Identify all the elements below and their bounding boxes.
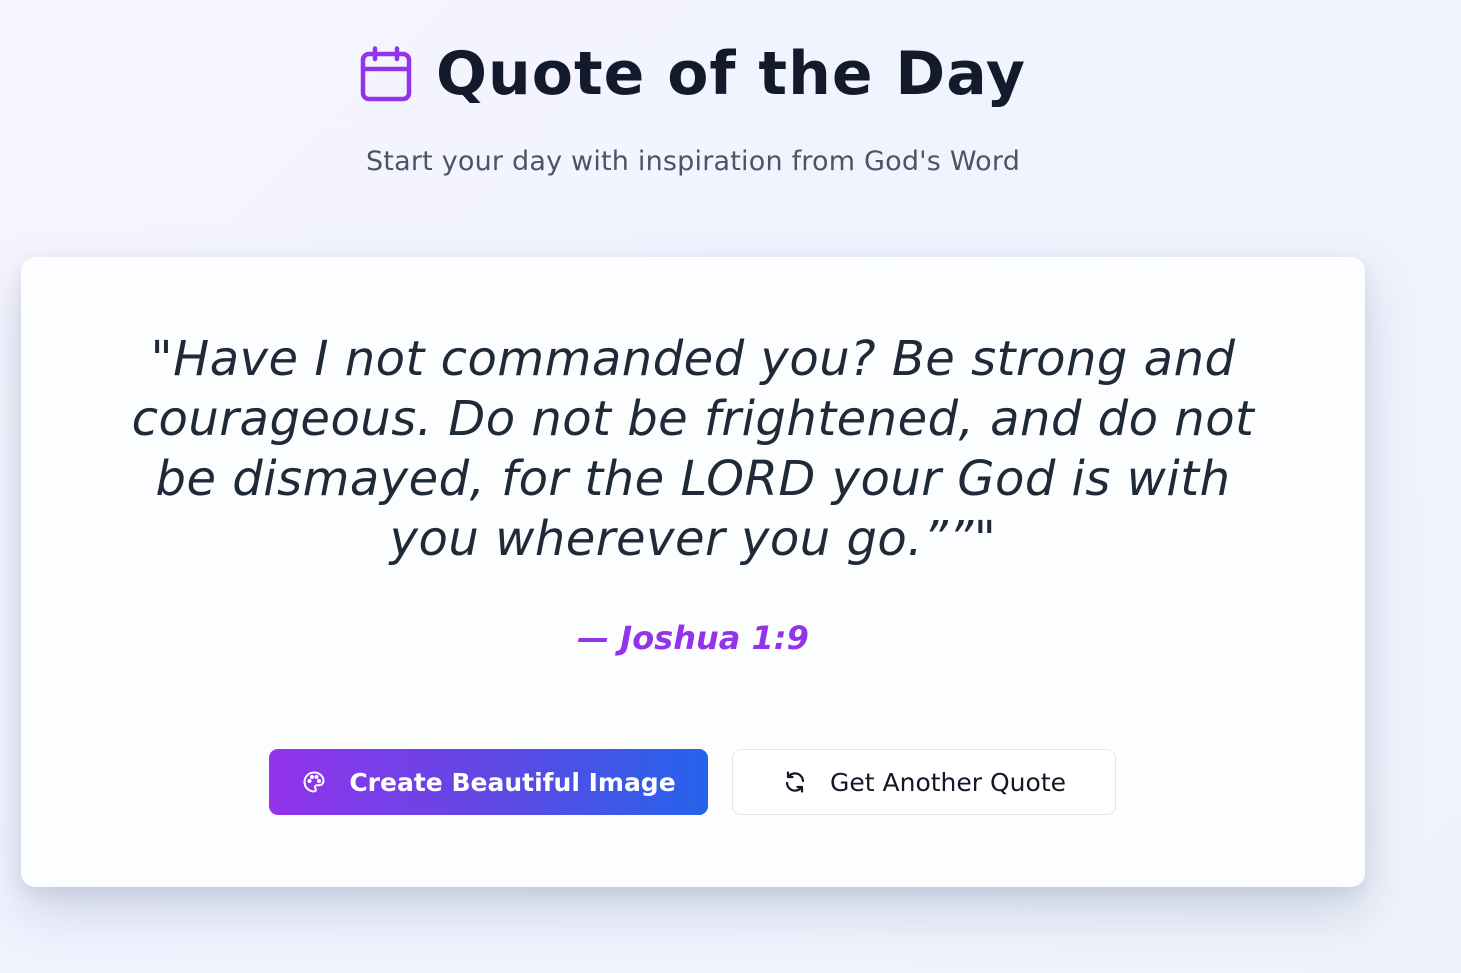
create-image-button[interactable]: Create Beautiful Image <box>269 749 708 815</box>
title-row: Quote of the Day <box>358 34 1026 114</box>
quote-reference: — Joshua 1:9 <box>577 619 809 657</box>
quote-text: "Have I not commanded you? Be strong and… <box>131 331 1255 567</box>
create-image-label: Create Beautiful Image <box>349 767 676 797</box>
quote-card: "Have I not commanded you? Be strong and… <box>21 257 1365 887</box>
refresh-icon <box>782 769 808 795</box>
palette-icon <box>301 769 327 795</box>
get-another-quote-label: Get Another Quote <box>830 767 1066 797</box>
calendar-icon <box>358 44 414 104</box>
page-subtitle: Start your day with inspiration from God… <box>365 146 1021 177</box>
page-title: Quote of the Day <box>436 39 1026 109</box>
get-another-quote-button[interactable]: Get Another Quote <box>732 749 1116 815</box>
